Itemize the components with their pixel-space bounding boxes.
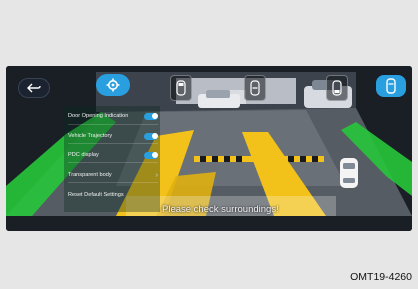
menu-item-label: Transparent body (68, 171, 112, 178)
pdc-display-toggle[interactable] (144, 151, 158, 159)
rear-view-button[interactable] (326, 75, 348, 101)
front-view-button[interactable] (170, 75, 192, 101)
warning-message: Please check surroundings! (162, 204, 279, 215)
menu-item-label: Door Opening Indication (68, 112, 129, 119)
view-mode-button[interactable] (376, 75, 406, 97)
vehicle-trajectory-toggle[interactable] (144, 132, 158, 140)
menu-item-pdc-display[interactable]: PDC display (68, 148, 158, 163)
gear-icon (106, 78, 120, 92)
own-vehicle-icon (340, 158, 358, 188)
door-opening-toggle[interactable] (144, 112, 158, 120)
camera-display: Door Opening Indication Vehicle Trajecto… (6, 66, 412, 231)
menu-item-vehicle-trajectory[interactable]: Vehicle Trajectory (68, 129, 158, 144)
car-side-view-icon (250, 80, 260, 96)
back-arrow-icon (27, 83, 41, 93)
car-rear-view-icon (332, 80, 342, 96)
settings-button[interactable] (96, 74, 130, 96)
side-view-button[interactable] (244, 75, 266, 101)
menu-item-reset-defaults[interactable]: Reset Default Settings (68, 188, 158, 202)
menu-item-label: Vehicle Trajectory (68, 132, 113, 139)
figure-code: OMT19-4260 (350, 271, 412, 283)
car-view-mode-icon (386, 78, 396, 94)
chevron-right-icon: › (155, 171, 158, 179)
menu-item-label: Reset Default Settings (68, 191, 124, 198)
menu-item-door-opening[interactable]: Door Opening Indication (68, 108, 158, 125)
menu-item-transparent-body[interactable]: Transparent body › (68, 168, 158, 183)
menu-item-label: PDC display (68, 151, 99, 158)
car-front-view-icon (176, 80, 186, 96)
settings-menu: Door Opening Indication Vehicle Trajecto… (64, 106, 160, 212)
back-button[interactable] (18, 78, 50, 98)
